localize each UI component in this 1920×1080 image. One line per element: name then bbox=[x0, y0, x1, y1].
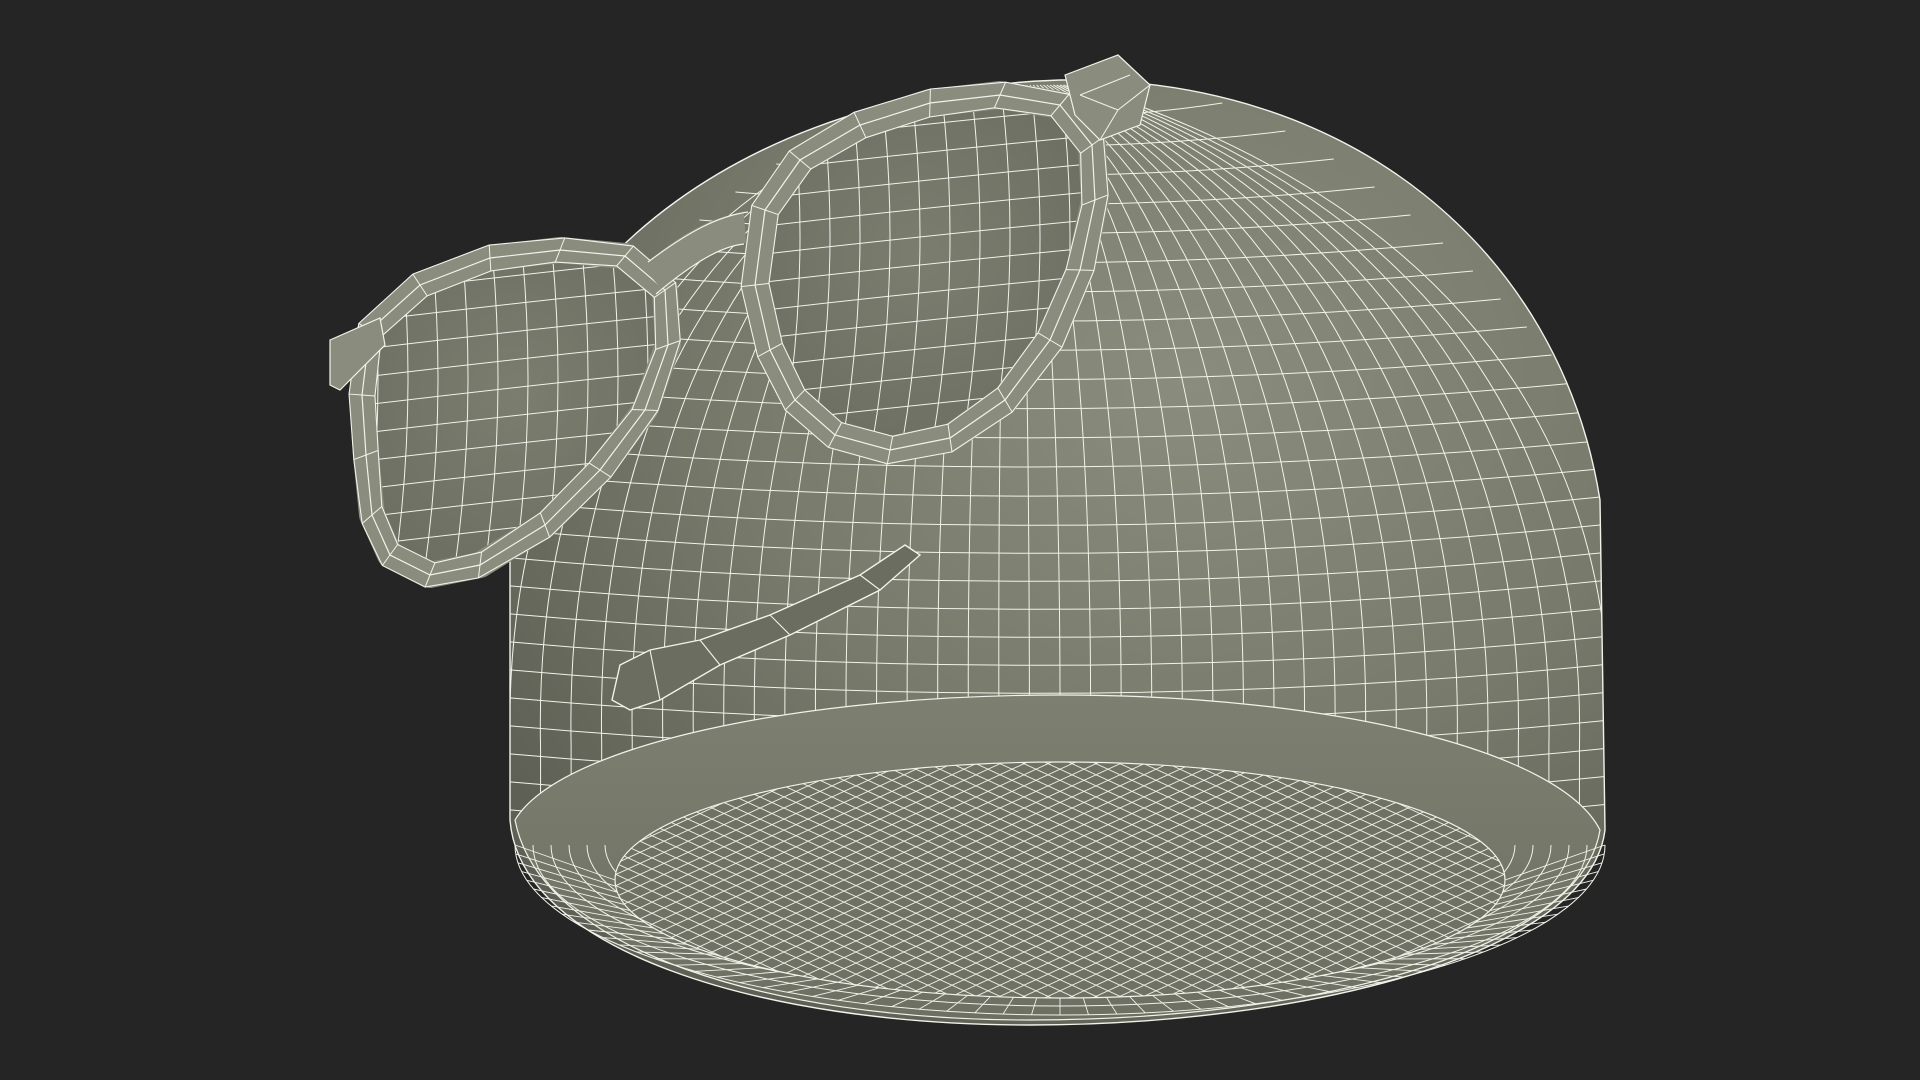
render-viewport bbox=[0, 0, 1920, 1080]
wireframe-render bbox=[329, 54, 1606, 1026]
